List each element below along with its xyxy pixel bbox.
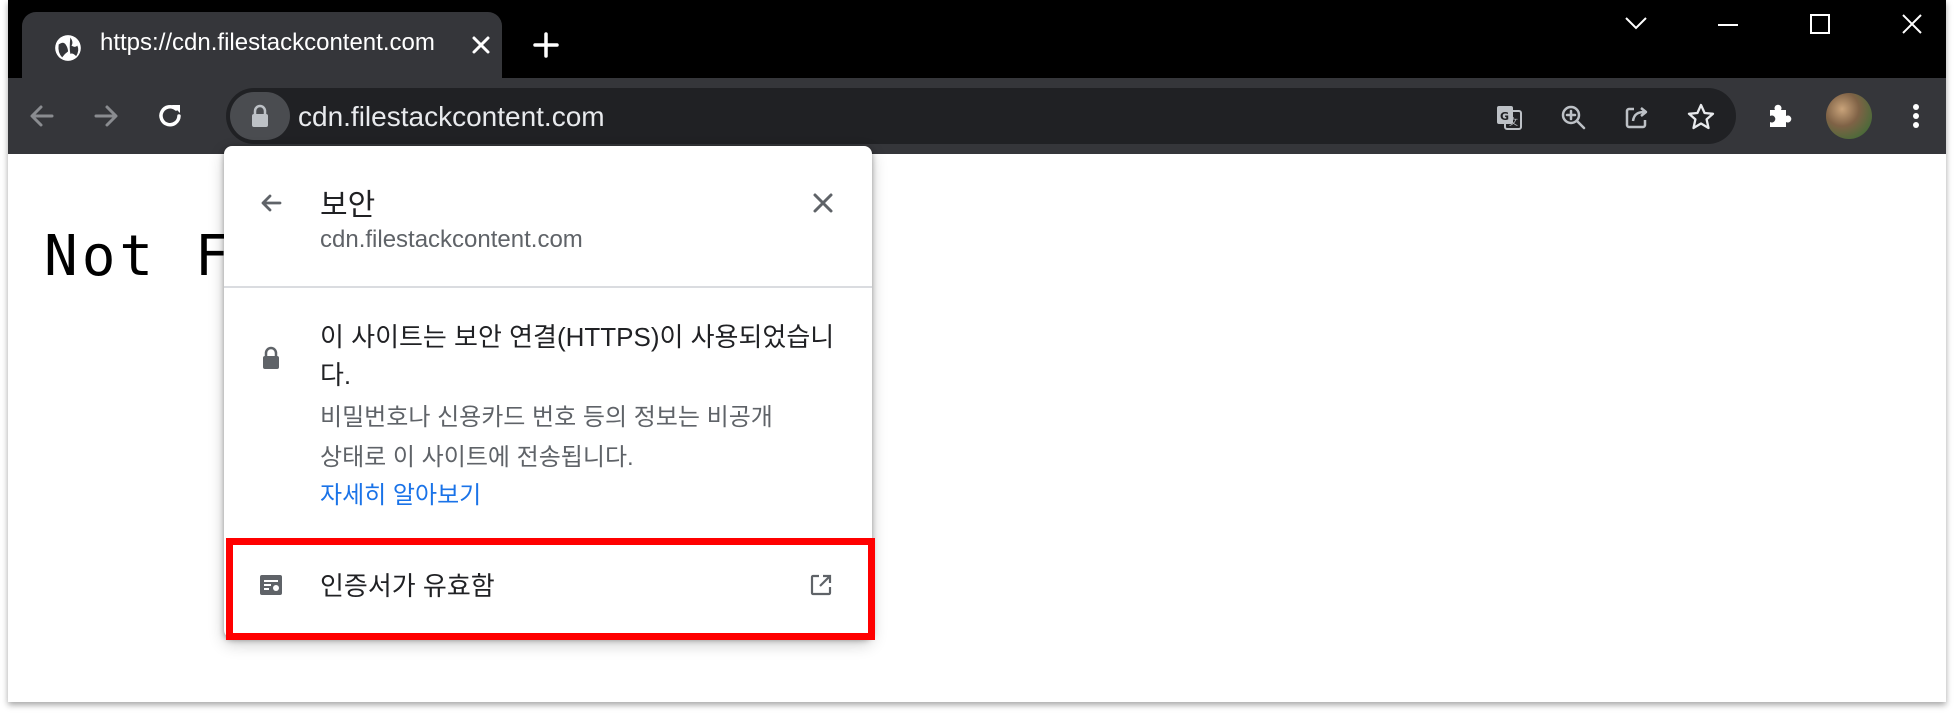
url-text: cdn.filestackcontent.com	[298, 101, 605, 132]
tab-title: https://cdn.filestackcontent.com	[100, 29, 435, 56]
popup-host: cdn.filestackcontent.com	[320, 226, 583, 253]
lock-icon	[252, 104, 268, 127]
close-icon[interactable]	[1892, 8, 1932, 40]
star-icon[interactable]	[1686, 102, 1716, 132]
secure-connection-message: 이 사이트는 보안 연결(HTTPS)이 사용되었습니다.	[320, 322, 835, 390]
svg-text:文: 文	[1509, 116, 1518, 128]
close-icon[interactable]	[810, 190, 836, 216]
detail-line: 비밀번호나 신용카드 번호 등의 정보는 비공개	[320, 404, 773, 431]
zoom-icon[interactable]	[1558, 102, 1588, 132]
highlight-box	[226, 538, 875, 640]
lock-icon	[260, 346, 282, 370]
menu-icon[interactable]	[1898, 98, 1934, 134]
share-icon[interactable]	[1622, 102, 1652, 132]
svg-text:G: G	[1500, 110, 1509, 123]
secure-connection-detail: 비밀번호나 신용카드 번호 등의 정보는 비공개 상태로 이 사이트에 전송됩니…	[320, 398, 850, 478]
learn-more-link[interactable]: 자세히 알아보기	[320, 476, 481, 516]
maximize-icon[interactable]	[1800, 8, 1840, 40]
new-tab-icon[interactable]	[531, 30, 561, 60]
minimize-icon[interactable]	[1708, 8, 1748, 40]
forward-arrow-icon[interactable]	[88, 98, 124, 134]
avatar[interactable]	[1826, 93, 1872, 139]
browser-tab[interactable]: https://cdn.filestackcontent.com	[22, 12, 502, 78]
detail-line: 상태로 이 사이트에 전송됩니다.	[320, 444, 634, 471]
title-bar: https://cdn.filestackcontent.com	[8, 0, 1946, 78]
close-tab-icon[interactable]	[470, 34, 492, 56]
popup-title: 보안	[320, 189, 376, 222]
site-security-popup: 보안 cdn.filestackcontent.com 이 사이트는 보안 연결…	[224, 146, 875, 640]
translate-icon[interactable]: G文	[1494, 102, 1524, 132]
divider	[224, 286, 872, 288]
reload-icon[interactable]	[152, 98, 188, 134]
back-arrow-icon[interactable]	[256, 188, 286, 218]
toolbar: cdn.filestackcontent.com G文	[8, 78, 1946, 154]
browser-window: https://cdn.filestackcontent.com cdn.fil…	[8, 0, 1946, 702]
chevron-down-icon[interactable]	[1616, 8, 1656, 40]
address-bar[interactable]: cdn.filestackcontent.com G文	[226, 88, 1736, 144]
back-arrow-icon[interactable]	[24, 98, 60, 134]
globe-icon	[54, 34, 82, 62]
site-info-button[interactable]	[230, 92, 290, 140]
extensions-icon[interactable]	[1760, 98, 1796, 134]
